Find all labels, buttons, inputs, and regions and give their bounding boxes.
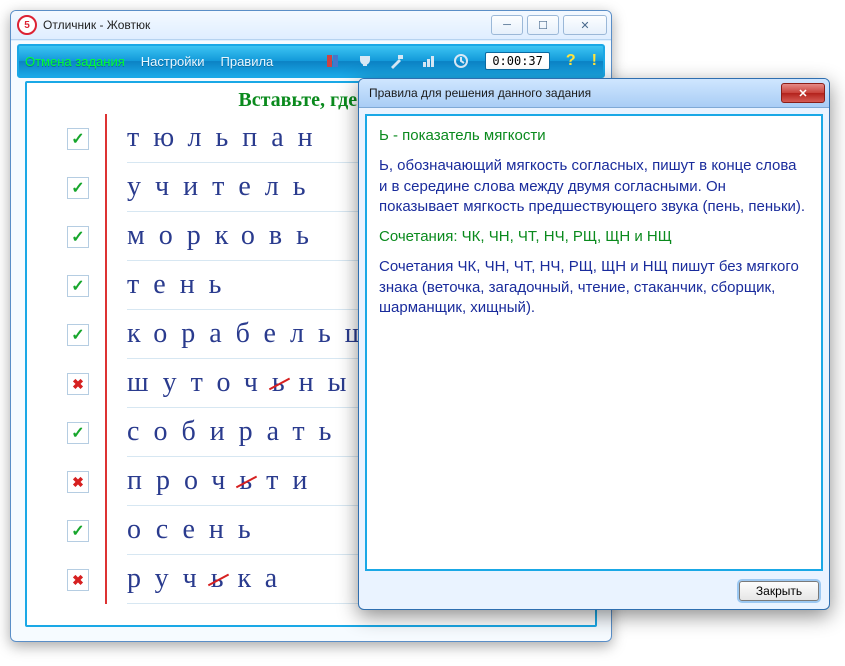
popup-footer: Закрыть bbox=[359, 577, 829, 609]
menubar: Отмена задания Настройки Правила 0:00:37… bbox=[17, 44, 605, 78]
menu-cancel-task[interactable]: Отмена задания bbox=[25, 54, 125, 69]
main-titlebar[interactable]: 5 Отличник - Жовтюк ─ ☐ ✕ bbox=[11, 11, 611, 40]
info-icon[interactable]: ! bbox=[592, 52, 597, 70]
cross-icon: ✖ bbox=[67, 471, 89, 493]
menu-settings[interactable]: Настройки bbox=[141, 54, 205, 69]
check-icon: ✓ bbox=[67, 422, 89, 444]
popup-titlebar[interactable]: Правила для решения данного задания ✕ bbox=[359, 79, 829, 108]
book-icon[interactable] bbox=[325, 53, 341, 69]
rule-heading: Ь - показатель мягкости bbox=[379, 126, 809, 146]
maximize-button[interactable]: ☐ bbox=[527, 15, 559, 35]
app-icon: 5 bbox=[17, 15, 37, 35]
popup-close-icon[interactable]: ✕ bbox=[781, 83, 825, 103]
rule-heading: Сочетания: ЧК, ЧН, ЧТ, НЧ, РЩ, ЩН и НЩ bbox=[379, 227, 809, 247]
timer-display: 0:00:37 bbox=[485, 52, 550, 70]
word-text[interactable]: шуточьный bbox=[127, 367, 389, 399]
popup-body: Ь - показатель мягкости Ь, обозначающий м… bbox=[365, 114, 823, 571]
menu-rules[interactable]: Правила bbox=[221, 54, 274, 69]
popup-title: Правила для решения данного задания bbox=[369, 86, 781, 100]
clock-icon[interactable] bbox=[453, 53, 469, 69]
word-text[interactable]: тюльпан bbox=[127, 122, 327, 154]
check-icon: ✓ bbox=[67, 324, 89, 346]
margin-line bbox=[105, 114, 107, 604]
cross-icon: ✖ bbox=[67, 373, 89, 395]
check-icon: ✓ bbox=[67, 128, 89, 150]
window-title: Отличник - Жовтюк bbox=[43, 18, 487, 32]
word-text[interactable]: учитель bbox=[127, 171, 320, 203]
word-text[interactable]: осень bbox=[127, 514, 265, 546]
cross-icon: ✖ bbox=[67, 569, 89, 591]
hammer-icon[interactable] bbox=[389, 53, 405, 69]
check-icon: ✓ bbox=[67, 275, 89, 297]
word-text[interactable]: ручька bbox=[127, 563, 291, 595]
help-icon[interactable]: ? bbox=[566, 52, 576, 70]
close-button[interactable]: ✕ bbox=[563, 15, 607, 35]
rule-paragraph: Ь, обозначающий мягкость согласных, пишу… bbox=[379, 156, 809, 217]
word-text[interactable]: корабельщ bbox=[127, 318, 380, 350]
word-text[interactable]: тень bbox=[127, 269, 235, 301]
rules-popup: Правила для решения данного задания ✕ Ь … bbox=[358, 78, 830, 610]
word-text[interactable]: прочьти bbox=[127, 465, 321, 497]
check-icon: ✓ bbox=[67, 520, 89, 542]
minimize-button[interactable]: ─ bbox=[491, 15, 523, 35]
word-text[interactable]: морковь bbox=[127, 220, 323, 252]
word-text[interactable]: собирать bbox=[127, 416, 345, 448]
close-button-popup[interactable]: Закрыть bbox=[739, 581, 819, 601]
chart-icon[interactable] bbox=[421, 53, 437, 69]
check-icon: ✓ bbox=[67, 177, 89, 199]
trophy-icon[interactable] bbox=[357, 53, 373, 69]
rule-paragraph: Сочетания ЧК, ЧН, ЧТ, НЧ, РЩ, ЩН и НЩ пи… bbox=[379, 257, 809, 318]
check-icon: ✓ bbox=[67, 226, 89, 248]
